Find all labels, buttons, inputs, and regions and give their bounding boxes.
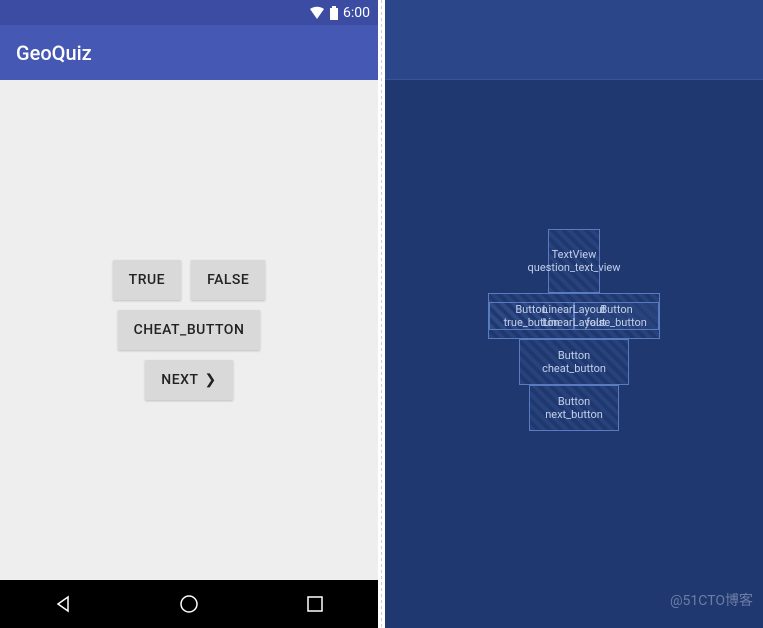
app-bar: GeoQuiz: [0, 25, 378, 80]
true-false-row: TRUE FALSE: [113, 260, 266, 300]
app-title: GeoQuiz: [16, 41, 92, 65]
blueprint-next-button[interactable]: Button next_button: [529, 385, 619, 431]
home-icon[interactable]: [177, 592, 201, 616]
cheat-button[interactable]: CHEAT_BUTTON: [118, 310, 261, 350]
blueprint-cheat-button[interactable]: Button cheat_button: [519, 339, 629, 385]
blueprint-true-type: Button: [515, 303, 547, 316]
blueprint-textview-id: question_text_view: [528, 261, 621, 274]
blueprint-cheat-id: cheat_button: [542, 362, 606, 375]
blueprint-next-type: Button: [558, 395, 590, 408]
blueprint-true-button[interactable]: Button true_button: [489, 302, 574, 330]
watermark: @51CTO博客: [670, 590, 753, 610]
blueprint-topbar: [385, 0, 763, 80]
status-bar: 6:00: [0, 0, 378, 25]
blueprint-area: TextView question_text_view Button true_…: [385, 80, 763, 580]
next-button-label: NEXT: [161, 372, 198, 388]
blueprint-textview-type: TextView: [552, 248, 597, 261]
content-area: TRUE FALSE CHEAT_BUTTON NEXT ❯: [0, 80, 378, 580]
false-button[interactable]: FALSE: [191, 260, 265, 300]
blueprint-textview[interactable]: TextView question_text_view: [548, 229, 600, 293]
next-button[interactable]: NEXT ❯: [145, 360, 232, 400]
recent-apps-icon[interactable]: [303, 592, 327, 616]
panel-divider: [378, 0, 385, 628]
battery-icon: [329, 6, 339, 20]
blueprint-true-id: true_button: [504, 316, 560, 329]
back-icon[interactable]: [51, 592, 75, 616]
blueprint-cheat-type: Button: [558, 349, 590, 362]
app-preview-panel: 6:00 GeoQuiz TRUE FALSE CHEAT_BUTTON NEX…: [0, 0, 378, 628]
navigation-bar: [0, 580, 378, 628]
chevron-right-icon: ❯: [204, 372, 216, 388]
blueprint-false-id: false_button: [586, 316, 647, 329]
blueprint-panel: TextView question_text_view Button true_…: [385, 0, 763, 628]
blueprint-linearlayout[interactable]: Button true_button Button false_button L…: [488, 293, 660, 339]
wifi-icon: [309, 6, 325, 20]
status-time: 6:00: [343, 5, 370, 21]
blueprint-false-button[interactable]: Button false_button: [574, 302, 659, 330]
true-button[interactable]: TRUE: [113, 260, 181, 300]
blueprint-next-id: next_button: [545, 408, 603, 421]
blueprint-false-type: Button: [600, 303, 632, 316]
